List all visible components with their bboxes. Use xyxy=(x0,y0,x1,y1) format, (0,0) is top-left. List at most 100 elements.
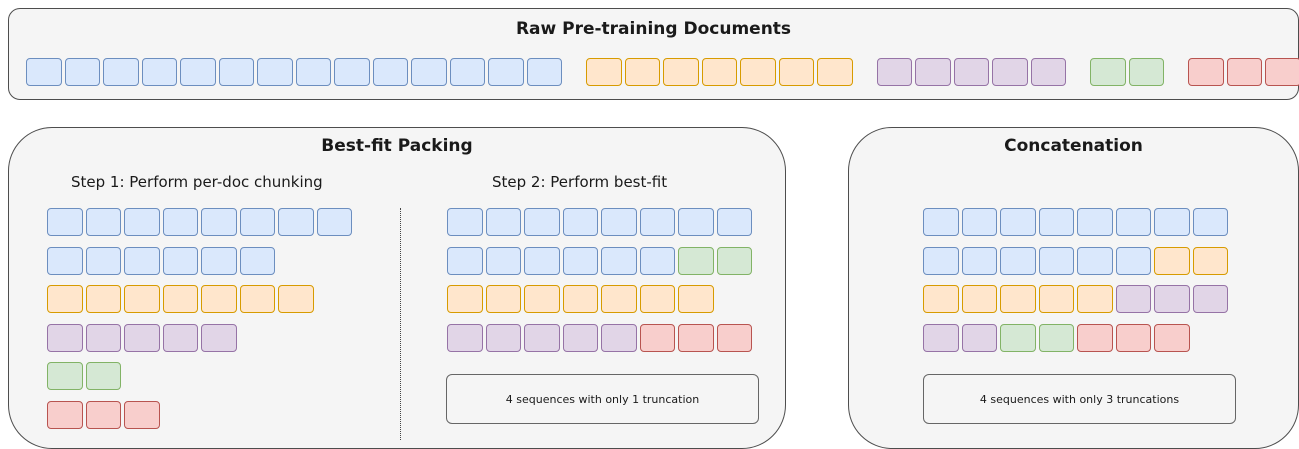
blue-token-block xyxy=(201,208,237,236)
green-token-block xyxy=(47,362,83,390)
orange-token-block xyxy=(562,285,598,313)
blue-token-block xyxy=(64,58,100,86)
packed-sequence-row xyxy=(447,323,752,352)
orange-token-block xyxy=(961,285,997,313)
red-token-block xyxy=(1226,58,1262,86)
green-token-block xyxy=(1000,323,1036,352)
packed-sequence-row xyxy=(447,285,714,313)
concatenation-title: Concatenation xyxy=(1004,136,1143,156)
best-fit-packing-title: Best-fit Packing xyxy=(321,136,473,156)
orange-token-block xyxy=(601,285,637,313)
purple-token-block xyxy=(1030,58,1066,86)
orange-token-block xyxy=(1000,285,1036,313)
blue-token-block xyxy=(180,58,216,86)
blue-token-block xyxy=(239,208,275,236)
concatenated-sequence-row xyxy=(923,285,1228,313)
blue-token-block xyxy=(316,208,352,236)
blue-token-block xyxy=(524,246,560,275)
red-token-block xyxy=(124,400,160,429)
red-token-block xyxy=(716,323,752,352)
blue-token-block xyxy=(447,208,483,236)
blue-token-block xyxy=(1000,208,1036,236)
blue-token-block xyxy=(411,58,447,86)
concat-summary: 4 sequences with only 3 truncations xyxy=(923,374,1236,424)
blue-token-block xyxy=(488,58,524,86)
purple-token-block xyxy=(961,323,997,352)
green-token-block xyxy=(85,362,121,390)
blue-token-block xyxy=(1115,246,1151,275)
red-token-block xyxy=(47,400,83,429)
blue-token-block xyxy=(334,58,370,86)
concatenated-sequence-row xyxy=(923,323,1190,352)
blue-token-block xyxy=(562,208,598,236)
orange-token-block xyxy=(162,285,198,313)
blue-token-block xyxy=(201,246,237,275)
blue-token-block xyxy=(562,246,598,275)
purple-token-block xyxy=(992,58,1028,86)
blue-token-block xyxy=(601,246,637,275)
chunk-row xyxy=(47,208,352,236)
orange-token-block xyxy=(639,285,675,313)
red-token-block xyxy=(85,400,121,429)
green-token-block xyxy=(678,246,714,275)
blue-token-block xyxy=(1038,246,1074,275)
blue-token-block xyxy=(1192,208,1228,236)
red-token-block xyxy=(678,323,714,352)
purple-token-block xyxy=(447,323,483,352)
purple-token-block xyxy=(562,323,598,352)
raw-documents-title: Raw Pre-training Documents xyxy=(515,19,792,39)
purple-token-block xyxy=(85,323,121,352)
blue-token-block xyxy=(85,246,121,275)
step1-label: Step 1: Perform per-doc chunking xyxy=(71,173,323,191)
purple-token-block xyxy=(915,58,951,86)
purple-token-block xyxy=(485,323,521,352)
blue-token-block xyxy=(47,246,83,275)
blue-token-block xyxy=(295,58,331,86)
blue-token-block xyxy=(961,246,997,275)
orange-token-block xyxy=(124,285,160,313)
blue-token-block xyxy=(103,58,139,86)
blue-token-block xyxy=(639,208,675,236)
blue-token-block xyxy=(239,246,275,275)
packed-sequence-row xyxy=(447,208,752,236)
orange-token-block xyxy=(1154,246,1190,275)
red-token-block xyxy=(1115,323,1151,352)
blue-token-block xyxy=(218,58,254,86)
purple-token-block xyxy=(601,323,637,352)
orange-token-block xyxy=(239,285,275,313)
chunk-row xyxy=(47,362,121,390)
concatenation-panel: Concatenation 4 sequences with only 3 tr… xyxy=(848,127,1299,449)
red-token-block xyxy=(1188,58,1224,86)
orange-token-block xyxy=(778,58,814,86)
packing-summary: 4 sequences with only 1 truncation xyxy=(446,374,759,424)
blue-token-block xyxy=(1115,208,1151,236)
blue-token-block xyxy=(1077,208,1113,236)
orange-token-block xyxy=(485,285,521,313)
blue-token-block xyxy=(678,208,714,236)
purple-token-block xyxy=(953,58,989,86)
blue-token-block xyxy=(141,58,177,86)
orange-token-block xyxy=(1077,285,1113,313)
purple-token-block xyxy=(162,323,198,352)
blue-token-block xyxy=(162,208,198,236)
orange-token-block xyxy=(663,58,699,86)
orange-token-block xyxy=(278,285,314,313)
red-token-block xyxy=(1265,58,1299,86)
red-token-block xyxy=(1077,323,1113,352)
blue-token-block xyxy=(278,208,314,236)
blue-token-block xyxy=(1000,246,1036,275)
blue-token-block xyxy=(1154,208,1190,236)
blue-token-block xyxy=(923,208,959,236)
orange-token-block xyxy=(524,285,560,313)
chunk-row xyxy=(47,246,275,275)
orange-token-block xyxy=(1192,246,1228,275)
purple-token-block xyxy=(1192,285,1228,313)
blue-token-block xyxy=(1077,246,1113,275)
blue-token-block xyxy=(961,208,997,236)
purple-token-block xyxy=(524,323,560,352)
purple-token-block xyxy=(124,323,160,352)
best-fit-packing-panel: Best-fit Packing Step 1: Perform per-doc… xyxy=(8,127,786,449)
blue-token-block xyxy=(639,246,675,275)
green-token-block xyxy=(716,246,752,275)
step2-label: Step 2: Perform best-fit xyxy=(492,173,668,191)
